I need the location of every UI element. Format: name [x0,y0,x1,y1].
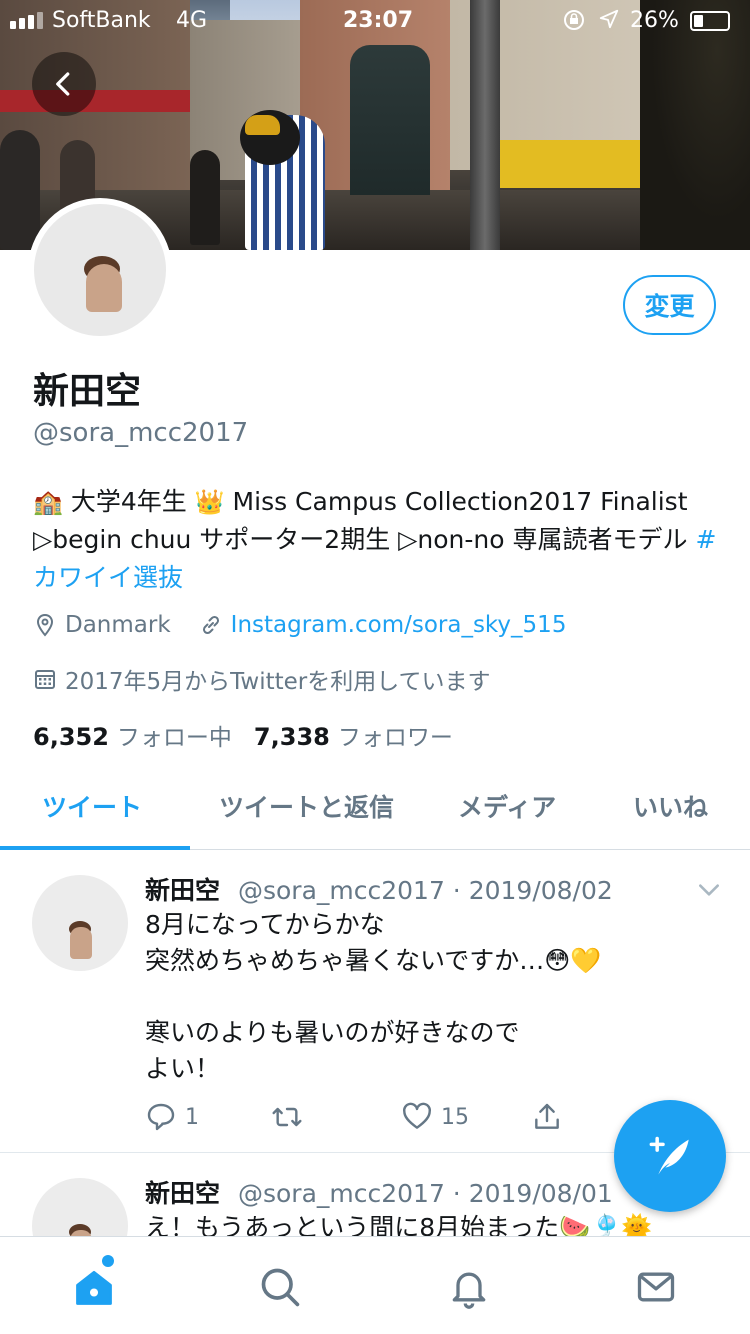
profile-bio: 🏫 大学4年生 👑 Miss Campus Collection2017 Fin… [33,483,723,597]
header-kiosk [350,45,430,195]
compose-feather-icon [649,1136,689,1175]
bell-icon [452,1272,486,1309]
home-unread-dot [102,1255,114,1267]
chevron-down-icon[interactable] [696,877,722,903]
active-tab-indicator [0,846,190,850]
tweet-avatar[interactable] [32,875,128,971]
followers-label[interactable]: フォロワー [338,718,453,752]
follow-stats: 6,352 フォロー中 7,338 フォロワー [33,718,453,752]
reply-count: 1 [185,1104,199,1130]
tweet-author-name: 新田空 [145,1179,221,1208]
user-handle: @sora_mcc2017 [33,418,249,448]
location-services-icon [598,8,620,36]
tab-tweets-and-replies[interactable]: ツイートと返信 [219,788,394,824]
crown-icon: 👑 [194,488,225,516]
reply-button[interactable]: 1 [145,1101,199,1133]
profile-meta-row: Danmark Instagram.com/sora_sky_515 [33,612,566,638]
battery-percent: 26% [630,8,679,33]
reply-icon [147,1103,175,1131]
heart-icon [403,1102,431,1129]
followers-count[interactable]: 7,338 [254,723,330,751]
tweet-meta: @sora_mcc2017 · 2019/08/02 [237,876,613,905]
tab-home[interactable] [72,1265,116,1309]
location-pin-icon [36,613,54,637]
bio-text-1: 大学4年生 [70,487,187,516]
bottom-tab-bar [0,1236,750,1334]
tab-search[interactable] [258,1265,302,1309]
tweet-meta: @sora_mcc2017 · 2019/08/01 [237,1179,613,1208]
tab-messages[interactable] [634,1265,678,1309]
edit-profile-button[interactable]: 変更 [623,275,716,335]
following-count[interactable]: 6,352 [33,723,109,751]
chevron-left-icon [56,72,70,96]
like-button[interactable]: 15 [401,1101,469,1133]
calendar-icon [35,670,55,689]
tweet-header: 新田空 @sora_mcc2017 · 2019/08/02 [145,871,613,907]
tab-media[interactable]: メディア [458,788,556,824]
carrier-label: SoftBank [52,8,151,33]
profile-location: Danmark [65,612,171,638]
battery-icon [690,11,730,31]
rotation-lock-icon [562,8,586,38]
retweet-button[interactable] [271,1101,311,1133]
like-count: 15 [441,1104,469,1130]
home-icon [76,1270,112,1305]
link-icon [202,615,219,635]
clock: 23:07 [343,8,414,33]
signal-icon [10,12,43,29]
tweet[interactable]: 新田空 @sora_mcc2017 · 2019/08/02 8月になってからか… [0,851,750,1153]
tab-likes[interactable]: いいね [633,788,708,824]
profile-website-link[interactable]: Instagram.com/sora_sky_515 [231,612,567,638]
tab-notifications[interactable] [447,1265,491,1309]
envelope-icon [637,1272,675,1302]
following-label[interactable]: フォロー中 [117,718,232,752]
compose-tweet-button[interactable] [614,1100,726,1212]
school-icon: 🏫 [33,488,63,516]
tweet-text: 8月になってからかな 突然めちゃめちゃ暑くないですか…😳💛 寒いのよりも暑いのが… [145,910,602,1083]
display-name: 新田空 [33,371,142,412]
joined-date: 2017年5月からTwitterを利用しています [65,669,491,695]
status-bar: SoftBank 4G 23:07 26% [0,0,750,40]
profile-tabs: ツイート ツイートと返信 メディア いいね [0,768,750,850]
share-icon [535,1103,559,1129]
tweet-author-name: 新田空 [145,876,221,905]
back-button[interactable] [32,52,96,116]
tab-tweets[interactable]: ツイート [42,788,142,824]
retweet-icon [272,1107,302,1127]
tweet-header: 新田空 @sora_mcc2017 · 2019/08/01 [145,1174,613,1210]
network-label: 4G [176,8,208,33]
share-button[interactable] [531,1101,571,1133]
profile-avatar[interactable] [28,198,172,342]
search-icon [261,1268,300,1307]
profile-joined-row: 2017年5月からTwitterを利用しています [33,662,491,696]
profile-screen: SoftBank 4G 23:07 26% 変更 新田空 @sora_mcc20… [0,0,750,1334]
